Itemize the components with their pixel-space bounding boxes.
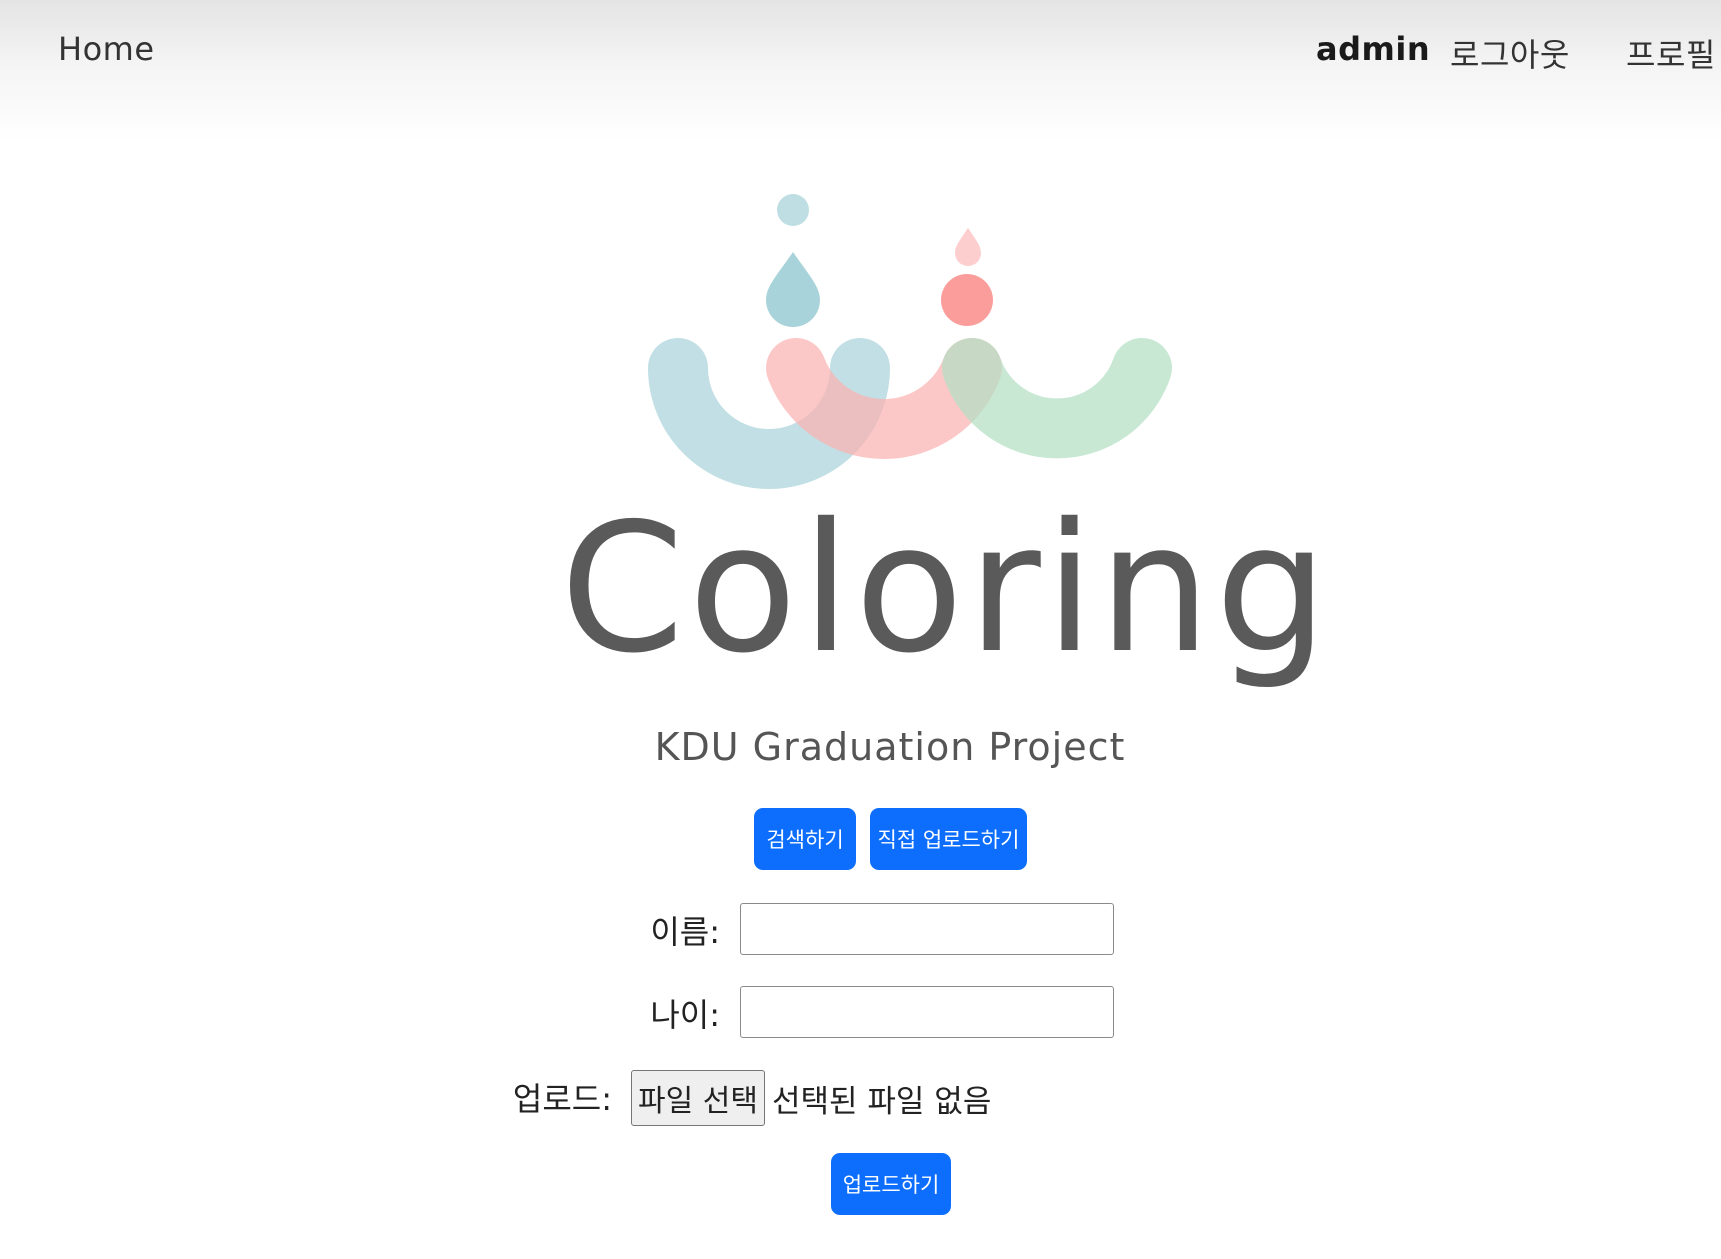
- name-label: 이름:: [650, 913, 720, 951]
- nav-profile-link[interactable]: 프로필: [1626, 30, 1716, 76]
- file-select-button[interactable]: 파일 선택: [631, 1070, 765, 1126]
- coloring-logo: Coloring KDU Graduation Project: [560, 180, 1332, 780]
- file-status-text: 선택된 파일 없음: [772, 1084, 992, 1120]
- logo-subtitle: KDU Graduation Project: [654, 725, 1126, 769]
- submit-upload-button[interactable]: 업로드하기: [831, 1153, 951, 1215]
- logo-emblem-icon: [648, 194, 1172, 489]
- logo-wordmark: Coloring: [560, 485, 1332, 692]
- nav-home-link[interactable]: Home: [58, 30, 155, 68]
- age-field[interactable]: [740, 986, 1114, 1038]
- search-button[interactable]: 검색하기: [754, 808, 856, 870]
- upload-label: 업로드:: [512, 1080, 612, 1118]
- top-navbar: Home admin 로그아웃 프로필: [0, 0, 1721, 140]
- nav-logout-link[interactable]: 로그아웃: [1450, 30, 1570, 76]
- name-field[interactable]: [740, 903, 1114, 955]
- direct-upload-button[interactable]: 직접 업로드하기: [870, 808, 1027, 870]
- age-label: 나이:: [650, 996, 720, 1034]
- nav-username-link[interactable]: admin: [1316, 30, 1430, 68]
